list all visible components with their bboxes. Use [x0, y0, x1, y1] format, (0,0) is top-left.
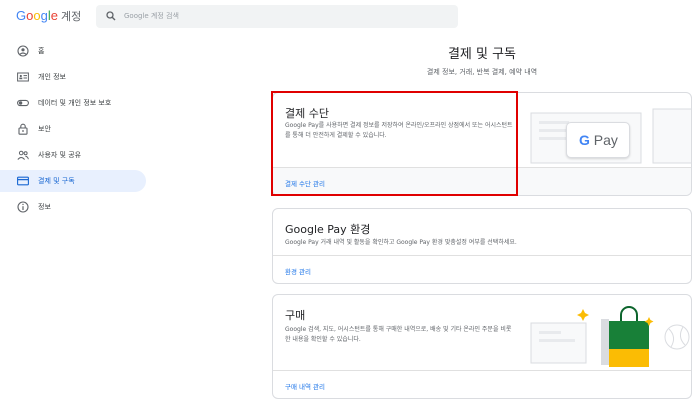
card-title: 구매 — [285, 309, 306, 322]
manage-purchases-link[interactable]: 구매 내역 관리 — [285, 381, 325, 391]
purchases-card: 구매 Google 검색, 지도, 어시스턴트를 통해 구매한 내역으로, 배송… — [272, 294, 692, 399]
card-description: Google 검색, 지도, 어시스턴트를 통해 구매한 내역으로, 배송 및 … — [285, 326, 512, 343]
manage-payment-methods-link[interactable]: 결제 수단 관리 — [285, 178, 325, 188]
toggle-icon — [17, 99, 29, 107]
logo-account-text: 계정 — [60, 10, 82, 23]
sidebar-item-home[interactable]: 홈 — [0, 40, 146, 62]
google-pay-experience-card: Google Pay 환경 Google Pay 거래 내역 및 활동을 확인하… — [272, 208, 692, 284]
sidebar-item-label: 결제 및 구독 — [38, 177, 75, 185]
card-title: Google Pay 환경 — [285, 223, 371, 236]
info-icon — [17, 201, 29, 213]
card-footer: 환경 관리 — [273, 255, 691, 283]
credit-card-icon — [17, 176, 29, 186]
sidebar-item-label: 데이터 및 개인 정보 보호 — [38, 99, 112, 107]
card-footer: 결제 수단 관리 — [273, 167, 691, 195]
pay-text: Pay — [593, 132, 618, 148]
sidebar-item-label: 개인 정보 — [38, 73, 66, 81]
home-icon — [17, 45, 29, 57]
google-account-logo[interactable]: Google 계정 — [16, 8, 81, 24]
card-description: Google Pay 거래 내역 및 활동을 확인하고 Google Pay 환… — [285, 239, 517, 246]
sidebar-item-label: 보안 — [38, 125, 51, 133]
google-pay-badge: G Pay — [566, 122, 630, 158]
sidebar-item-security[interactable]: 보안 — [0, 118, 146, 140]
search-icon — [106, 11, 116, 21]
people-icon — [17, 150, 29, 160]
sidebar-item-label: 정보 — [38, 203, 51, 211]
manage-experience-link[interactable]: 환경 관리 — [285, 266, 311, 276]
sidebar-item-label: 홈 — [38, 47, 45, 55]
logo-letter: G — [16, 8, 27, 23]
card-footer: 구매 내역 관리 — [273, 370, 691, 398]
sidebar-item-label: 사용자 및 공유 — [38, 151, 82, 159]
google-g-icon: G — [579, 132, 590, 148]
sidebar-nav: 홈 개인 정보 데이터 및 개인 정보 보호 보안 사용자 및 공유 결제 및 … — [0, 40, 150, 222]
id-card-icon — [17, 72, 29, 82]
sidebar-item-payments[interactable]: 결제 및 구독 — [0, 170, 146, 192]
logo-letter: o — [33, 8, 41, 23]
sidebar-item-data-privacy[interactable]: 데이터 및 개인 정보 보호 — [0, 92, 146, 114]
lock-icon — [18, 123, 28, 135]
logo-letter: g — [40, 8, 48, 23]
top-bar: Google 계정 Google 계정 검색 — [0, 0, 700, 32]
card-title: 결제 수단 — [285, 107, 329, 120]
logo-letter: e — [50, 8, 58, 23]
page-subtitle: 결제 정보, 거래, 반복 결제, 예약 내역 — [426, 68, 538, 76]
sidebar-item-about[interactable]: 정보 — [0, 196, 146, 218]
search-placeholder: Google 계정 검색 — [124, 12, 179, 20]
sidebar-item-personal-info[interactable]: 개인 정보 — [0, 66, 146, 88]
search-box[interactable]: Google 계정 검색 — [96, 5, 458, 28]
google-pay-logo: G Pay — [579, 132, 618, 148]
page-title: 결제 및 구독 — [447, 47, 517, 62]
sidebar-item-people-sharing[interactable]: 사용자 및 공유 — [0, 144, 146, 166]
shopping-bag-illustration — [530, 306, 690, 367]
card-description: Google Pay를 사용하면 결제 정보를 저장하여 온라인/오프라인 상점… — [285, 122, 513, 139]
